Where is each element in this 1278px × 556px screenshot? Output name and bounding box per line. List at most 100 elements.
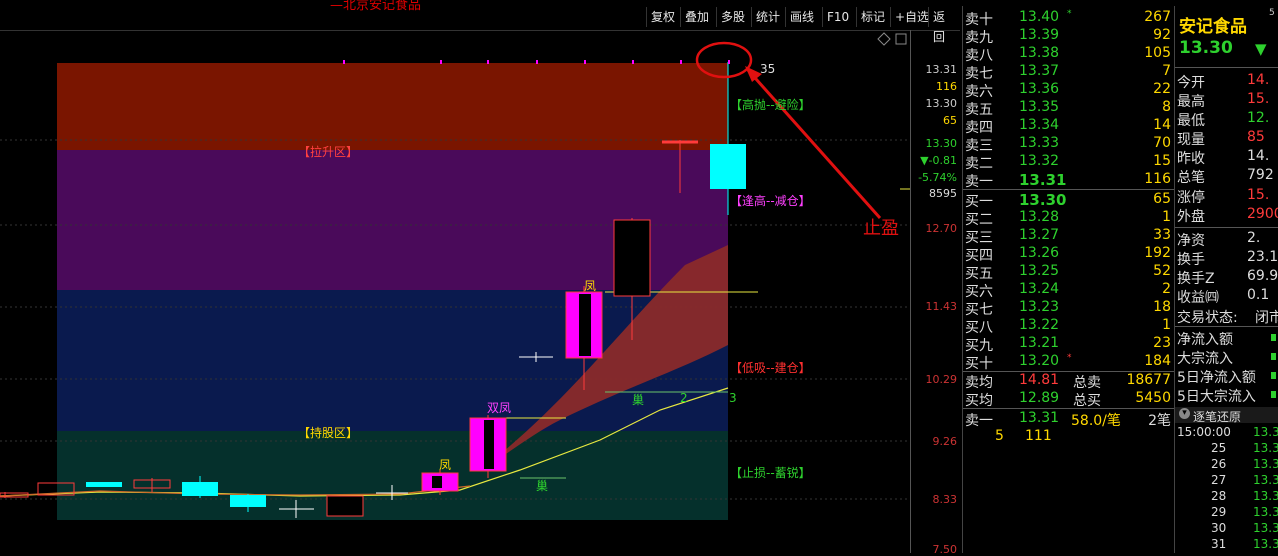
candle-label-feng: 凤 [439,458,452,472]
quote-row: 现量 85 [1177,129,1265,148]
high-price-marker: 35 [760,62,776,76]
ask-row: 卖七 13.37 7 [965,63,1171,82]
axis-readout: 13.31 [925,63,958,76]
chao-number: 3 [729,391,737,405]
stock-name: 安记食品 [1179,17,1247,37]
candle [182,482,218,496]
avg-buy-row: 买均 12.89 总买 5450 [965,390,1171,409]
quote-row: 总笔 792 [1177,167,1274,186]
axis-readout: 13.30 [925,97,958,110]
bid-row: 买三 13.27 33 [965,227,1171,246]
diamond-icon[interactable] [877,32,891,46]
axis-tick: 9.26 [932,435,958,448]
flow-row: 5日大宗流入 [1177,386,1278,405]
toolbar-button-diejia[interactable]: 叠加 [680,7,713,27]
bid-row: 买二 13.28 1 [965,209,1171,228]
trade-status-row: 交易状态:闭市 [1177,310,1278,326]
toolbar-button-biaoji[interactable]: 标记 [856,7,889,27]
axis-tick: 7.50 [932,543,958,556]
toolbar-button-fanhui[interactable]: 返回 [928,7,960,44]
ask-row: 卖二 13.32 15 [965,153,1171,172]
bid-row: 买七 13.23 18 [965,299,1171,318]
bid-row: 买九 13.21 23 [965,335,1171,354]
axis-readout: 8595 [929,187,957,200]
axis-tick: 11.43 [925,300,958,313]
current-price: 13.30 [1179,38,1233,58]
axis-tick: 12.70 [925,222,958,235]
signal-high-sell: 【高抛--避险】 [730,98,811,112]
stock-code: 5 [1269,8,1275,18]
toolbar-button-fuquan[interactable]: 复权 [646,7,679,27]
book-divider [963,189,1175,190]
zone-label-lift: 【拉升区】 [298,145,359,159]
signal-stop-loss: 【止损--蓄锐】 [730,466,811,480]
flow-row: 大宗流入 [1177,348,1278,367]
window-title: —北京安记食品 [330,0,422,13]
candle [86,482,122,487]
ask-row-1: 卖一 13.31 116 [965,171,1171,190]
price-axis: 13.31 116 13.30 65 13.30 ▼-0.81 -5.74% 8… [910,30,961,556]
bid-row-1: 买一 13.30 65 [965,191,1171,210]
axis-tick: 10.29 [925,373,958,386]
ask-row: 卖十 13.40 * 267 [965,9,1171,28]
down-arrow-icon: ▼ [1255,40,1267,58]
quote-row: 最低 12. [1177,110,1270,129]
toolbar-button-duogu[interactable]: 多股 [716,7,749,27]
take-profit-annotation: 止盈 [863,218,899,239]
window-icon[interactable] [895,33,907,45]
bid-row: 买十 13.20 * 184 [965,353,1171,372]
quote-row: 最高 15. [1177,91,1270,110]
toolbar-button-tongji[interactable]: 统计 [751,7,784,27]
quote-row: 外盘2900 [1177,206,1278,225]
axis-readout: -5.74% [918,171,957,184]
tick-header[interactable]: ▾ 逐笔还原 [1175,407,1278,424]
axis-readout: ▼-0.81 [920,154,957,167]
quote-row: 换手Z 69.9 [1177,268,1278,287]
bid-row: 买五 13.25 52 [965,263,1171,282]
order-book: 卖十 13.40 * 267 卖九 13.39 92 卖八 13.38 105 卖七 13.37… [962,6,1175,553]
flow-row: 5日净流入额 [1177,367,1278,386]
zone-hold [57,431,728,520]
quote-row: 涨停 15. [1177,187,1270,206]
axis-readout: 116 [936,80,957,93]
quote-panel: 安记食品 5 13.30 ▼ 今开 14. 最高 15. 最低 12. 现量 85 昨收… [1174,6,1278,553]
toolbar-button-zixuan[interactable]: +自选 [890,7,933,27]
bid-row: 买四 13.26 192 [965,245,1171,264]
ask-row: 卖四 13.34 14 [965,117,1171,136]
ask-row: 卖三 13.33 70 [965,135,1171,154]
chao-number: 2 [680,391,688,405]
quote-row: 今开 14. [1177,72,1270,91]
signal-low-buy: 【低吸--建仓】 [730,361,811,375]
toolbar-button-f10[interactable]: F10 [822,7,853,27]
book-divider [963,408,1175,409]
toolbar-button-huaxian[interactable]: 画线 [785,7,818,27]
last-trade-row: 卖一 13.31 58.0/笔 2笔 [965,410,1171,429]
ask-row: 卖九 13.39 92 [965,27,1171,46]
tick-row: 3113.30 [1211,537,1278,551]
ask-row: 卖八 13.38 105 [965,45,1171,64]
candle-label-chao: 巢 [536,479,549,493]
last-trade-sub-row: 5 111 [995,428,1052,444]
axis-readout: 65 [943,114,957,127]
quote-row: 昨收 14. [1177,148,1270,167]
quote-row: 换手 23.1 [1177,249,1278,268]
ask-row: 卖五 13.35 8 [965,99,1171,118]
signal-new-high-reduce: 【逢高--减仓】 [730,194,811,208]
quote-row: 净资 2. [1177,230,1261,249]
axis-tick: 8.33 [932,493,958,506]
top-toolbar: —北京安记食品 复权 叠加 多股 统计 画线 F10 标记 +自选 返回 [0,0,960,44]
ask-row: 卖六 13.36 22 [965,81,1171,100]
flow-row: 净流入额 [1177,329,1278,348]
chevron-down-icon[interactable]: ▾ [1179,408,1190,419]
zone-high-risk [57,63,728,150]
kline-chart[interactable]: 【拉升区】 【持股区】 【高抛--避险】 【逢高--减仓】 【低吸--建仓】 【… [0,30,960,553]
candle-label-shuangfeng: 双凤 [487,401,512,415]
quote-row: 收益㈣ 0.1 [1177,287,1270,306]
candle [613,219,651,297]
zone-label-hold: 【持股区】 [298,426,359,440]
candle [230,495,266,507]
candle [326,495,364,517]
candle-label-feng: 凤 [584,279,597,293]
candle [710,144,746,189]
bid-row: 买六 13.24 2 [965,281,1171,300]
